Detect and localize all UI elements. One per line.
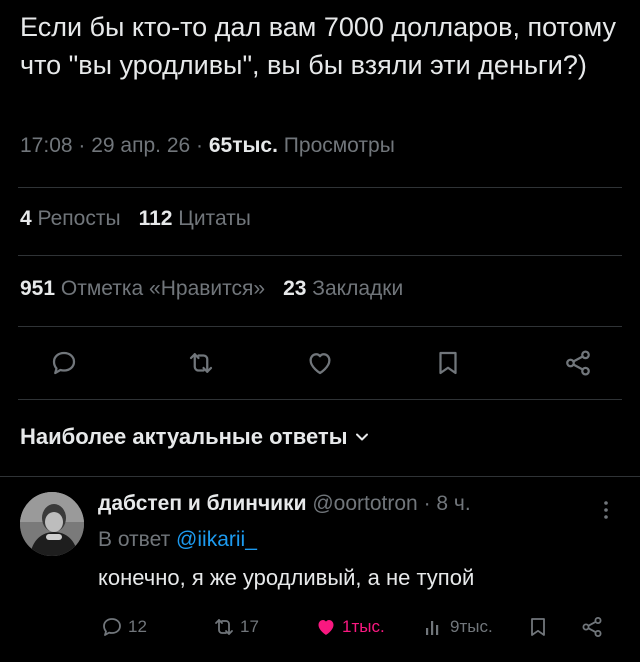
quotes-count: 112 — [138, 207, 173, 230]
bookmarks-count: 23 — [283, 277, 307, 300]
views-label: Просмотры — [283, 134, 395, 157]
quotes-label: Цитаты — [178, 207, 251, 230]
views-icon — [426, 621, 439, 635]
likes-label: Отметка «Нравится» — [60, 277, 266, 300]
likes-count: 951 — [20, 277, 56, 300]
bookmarks-link[interactable]: 23 Закладки — [283, 277, 403, 300]
reposts-link[interactable]: 4 Репосты — [20, 207, 121, 230]
divider — [18, 399, 622, 400]
reply-repost-button[interactable]: 17 — [212, 614, 259, 640]
reply-views-button[interactable]: 9тыс. — [422, 614, 493, 640]
repost-icon — [215, 619, 233, 635]
like-button[interactable] — [302, 345, 338, 381]
bookmark-icon — [531, 618, 545, 636]
reply-reply-button[interactable]: 12 — [100, 614, 147, 640]
like-icon — [309, 353, 331, 375]
more-options-button[interactable] — [598, 498, 614, 522]
reply-reposts-count: 17 — [240, 617, 259, 636]
reply-to-mention[interactable]: @iikarii_ — [176, 528, 257, 551]
stats-row-reposts: 4 Репосты 112 Цитаты — [20, 207, 251, 231]
more-vertical-icon — [604, 501, 608, 519]
reply-likes-count: 1тыс. — [342, 617, 385, 636]
bookmark-icon — [439, 351, 457, 375]
bookmark-button[interactable] — [430, 345, 466, 381]
reply-like-button[interactable]: 1тыс. — [314, 614, 385, 640]
separator-dot: · — [78, 134, 92, 157]
reply-author-name[interactable]: дабстеп и блинчики — [98, 492, 307, 515]
tweet-meta: 17:08 · 29 апр. 26 · 65тыс. Просмотры — [20, 134, 395, 158]
views-count: 65тыс. — [208, 134, 278, 157]
replies-sort-dropdown[interactable]: Наиболее актуальные ответы — [20, 424, 369, 450]
tweet-time[interactable]: 17:08 — [20, 134, 73, 157]
reply-bookmark-button[interactable] — [526, 614, 550, 640]
reply-button[interactable] — [46, 345, 82, 381]
likes-link[interactable]: 951 Отметка «Нравится» — [20, 277, 265, 300]
divider — [0, 476, 640, 477]
tweet-text: Если бы кто-то дал вам 7000 долларов, по… — [20, 12, 616, 80]
reply-time[interactable]: 8 ч. — [436, 492, 470, 515]
repost-icon — [189, 353, 213, 373]
reply-author-handle[interactable]: @oortotron — [312, 492, 417, 515]
avatar-photo — [20, 492, 84, 556]
quotes-link[interactable]: 112 Цитаты — [139, 207, 251, 230]
stats-row-likes: 951 Отметка «Нравится» 23 Закладки — [20, 277, 403, 301]
reposts-count: 4 — [20, 207, 32, 230]
share-icon — [582, 617, 602, 637]
like-filled-icon — [318, 620, 334, 635]
reply-text: конечно, я же уродливый, а не тупой — [98, 565, 475, 590]
reposts-label: Репосты — [37, 207, 121, 230]
repost-button[interactable] — [183, 345, 219, 381]
bookmarks-label: Закладки — [312, 277, 404, 300]
divider — [18, 187, 622, 188]
divider — [18, 326, 622, 327]
tweet-date[interactable]: 29 апр. 26 — [91, 134, 190, 157]
reply-share-button[interactable] — [580, 614, 604, 640]
reply-icon — [52, 351, 76, 375]
reply-to-prefix: В ответ — [98, 528, 171, 551]
reply-views-count: 9тыс. — [450, 617, 493, 636]
chevron-down-icon — [356, 433, 369, 441]
replies-sort-label: Наиболее актуальные ответы — [20, 424, 348, 449]
reply-to-line: В ответ @iikarii_ — [98, 528, 257, 552]
reply-icon — [103, 618, 121, 636]
reply-header: дабстеп и блинчики @oortotron · 8 ч. — [98, 492, 471, 516]
reply-replies-count: 12 — [128, 617, 147, 636]
separator-dot: · — [196, 134, 209, 157]
share-icon — [566, 350, 590, 376]
avatar[interactable] — [20, 492, 84, 556]
separator-dot: · — [423, 492, 437, 515]
divider — [18, 255, 622, 256]
share-button[interactable] — [560, 345, 596, 381]
